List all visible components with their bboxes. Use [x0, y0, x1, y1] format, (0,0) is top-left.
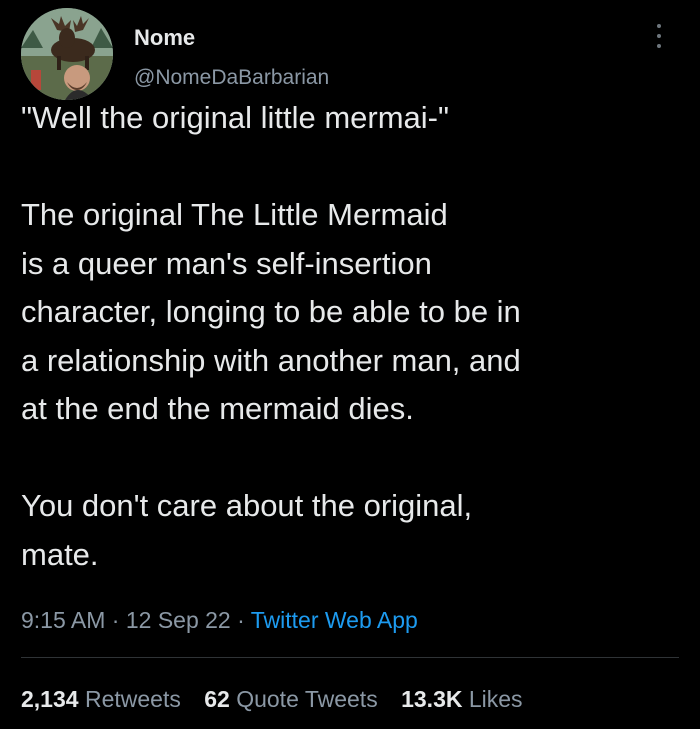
likes-label: Likes [468, 686, 523, 712]
quote-tweets-count: 62 [204, 686, 230, 712]
tweet-date[interactable]: 12 Sep 22 [126, 607, 231, 633]
moose-and-man-avatar-icon [21, 8, 113, 100]
quote-tweets-label: Quote Tweets [236, 686, 378, 712]
author-display-name[interactable]: Nome [134, 24, 195, 52]
retweets-count: 2,134 [21, 686, 79, 712]
retweets-stat[interactable]: 2,134 Retweets [21, 683, 181, 715]
tweet-text: "Well the original little mermai-" The o… [21, 100, 521, 572]
author-handle[interactable]: @NomeDaBarbarian [134, 64, 329, 92]
dot-icon [657, 34, 661, 38]
engagement-stats: 2,134 Retweets 62 Quote Tweets 13.3K Lik… [21, 683, 540, 715]
avatar[interactable] [21, 8, 113, 100]
more-options-icon[interactable] [652, 24, 666, 54]
likes-count: 13.3K [401, 686, 463, 712]
tweet-source-link[interactable]: Twitter Web App [251, 607, 418, 633]
tweet-card: Nome @NomeDaBarbarian "Well the original… [0, 0, 700, 729]
tweet-meta: 9:15 AM · 12 Sep 22 · Twitter Web App [21, 604, 418, 636]
divider [21, 657, 679, 658]
retweets-label: Retweets [84, 686, 181, 712]
dot-icon [657, 44, 661, 48]
tweet-time[interactable]: 9:15 AM [21, 607, 105, 633]
meta-separator: · [230, 607, 251, 633]
likes-stat[interactable]: 13.3K Likes [401, 683, 522, 715]
meta-separator: · [105, 607, 126, 633]
dot-icon [657, 24, 661, 28]
quote-tweets-stat[interactable]: 62 Quote Tweets [204, 683, 377, 715]
